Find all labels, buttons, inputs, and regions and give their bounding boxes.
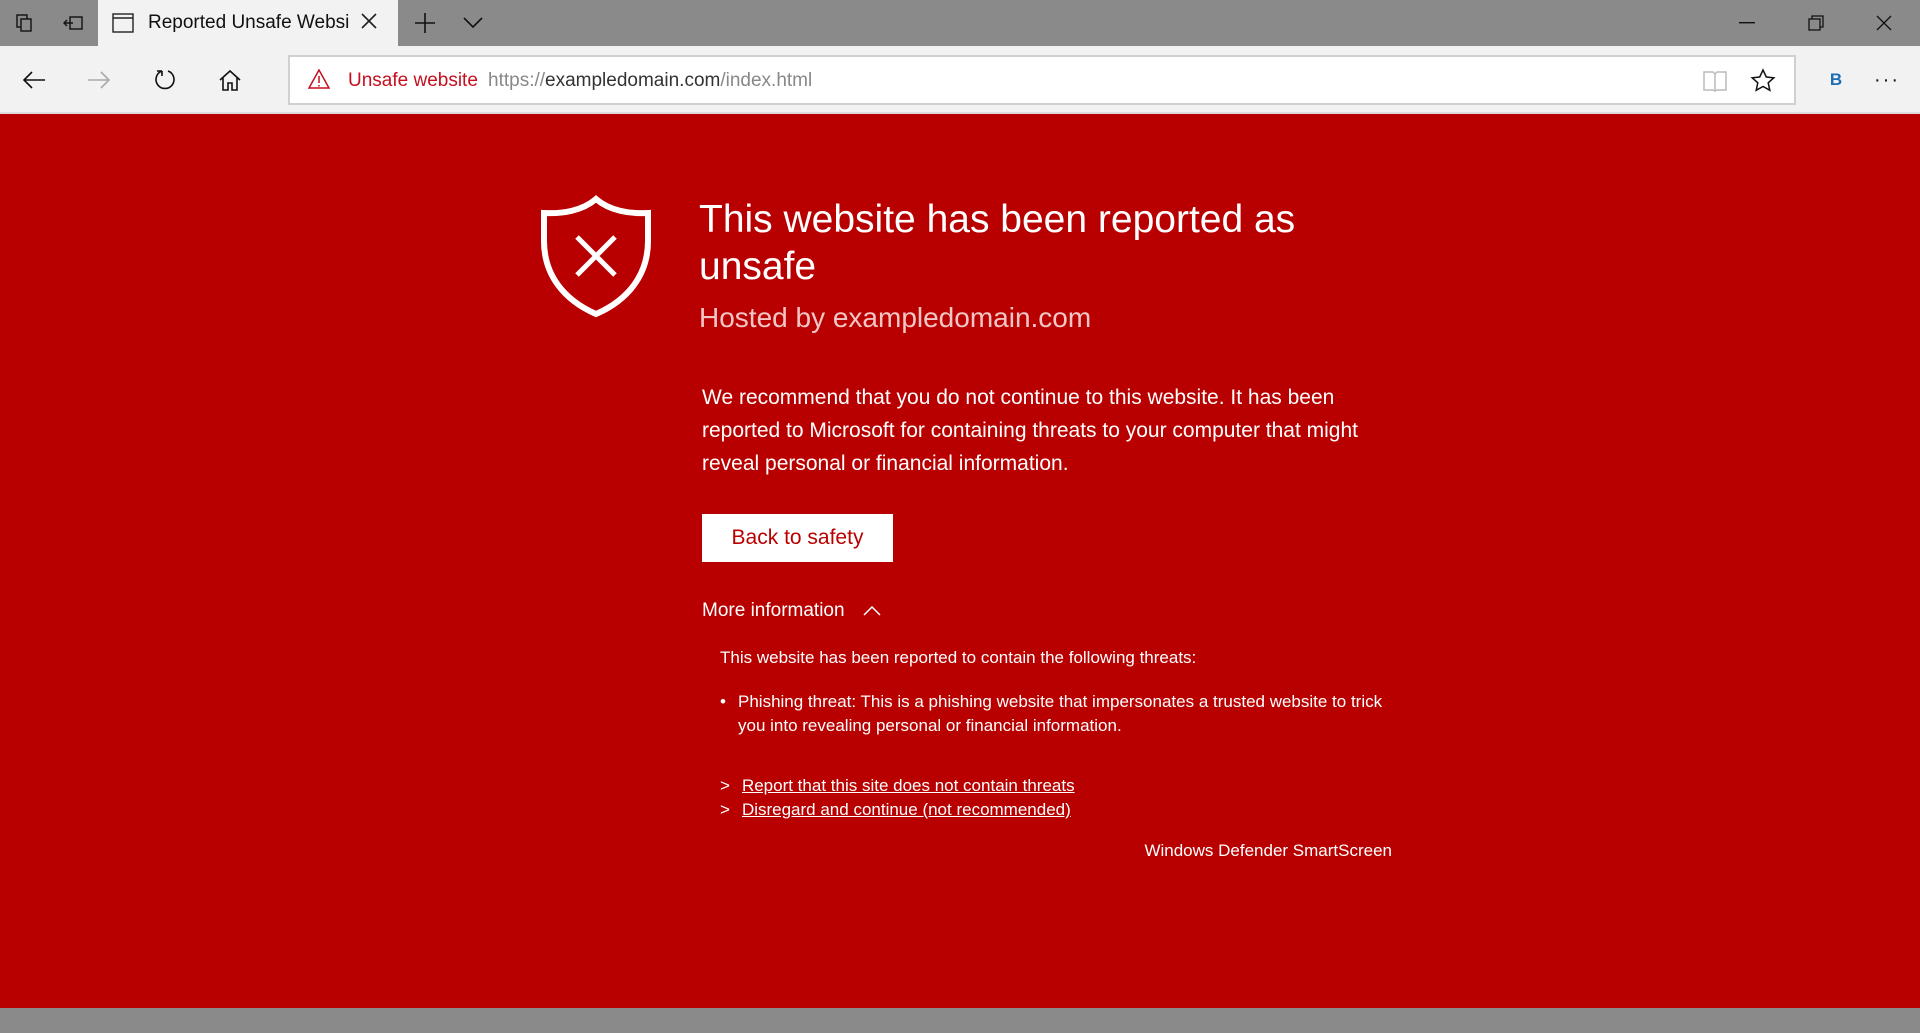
set-tabs-aside-icon[interactable] — [60, 9, 88, 37]
report-link-row: > Report that this site does not contain … — [720, 776, 1075, 796]
more-information-toggle[interactable]: More information — [702, 600, 881, 622]
nav-bar: Unsafe website https://exampledomain.com… — [0, 46, 1920, 114]
tab-bar: Reported Unsafe Websi — [0, 0, 1920, 47]
back-to-safety-button[interactable]: Back to safety — [702, 514, 893, 562]
reading-view-icon[interactable] — [1702, 69, 1728, 98]
report-no-threats-link[interactable]: Report that this site does not contain t… — [742, 776, 1075, 795]
close-tab-icon[interactable] — [360, 12, 378, 35]
address-bar[interactable]: Unsafe website https://exampledomain.com… — [288, 55, 1796, 105]
bottom-bar — [0, 1008, 1920, 1033]
forward-icon[interactable] — [83, 64, 115, 96]
smartscreen-footer: Windows Defender SmartScreen — [1144, 841, 1392, 860]
hosted-by: Hosted by exampledomain.com — [699, 302, 1092, 333]
refresh-icon[interactable] — [149, 64, 181, 96]
minimize-icon[interactable] — [1727, 8, 1767, 38]
bullet: • — [720, 692, 726, 711]
close-window-icon[interactable] — [1864, 8, 1904, 38]
home-icon[interactable] — [214, 64, 246, 96]
extension-icon[interactable]: B — [1820, 64, 1852, 96]
arrow: > — [720, 776, 730, 795]
restore-icon[interactable] — [1796, 8, 1836, 38]
unsafe-website-label[interactable]: Unsafe website — [348, 70, 478, 92]
shield-x-icon — [538, 194, 654, 323]
chevron-up-icon — [863, 600, 881, 622]
threats-intro: This website has been reported to contai… — [720, 648, 1197, 667]
threat-text: Phishing threat: This is a phishing webs… — [738, 692, 1383, 735]
more-information-label: More information — [702, 600, 845, 621]
tab-active[interactable]: Reported Unsafe Websi — [98, 0, 398, 47]
tab-title: Reported Unsafe Websi — [148, 12, 350, 33]
disregard-link-row: > Disregard and continue (not recommended… — [720, 800, 1071, 820]
arrow: > — [720, 800, 730, 819]
back-icon[interactable] — [18, 64, 50, 96]
url-text[interactable]: https://exampledomain.com/index.html — [488, 70, 812, 92]
page-title: This website has been reported as unsafe — [699, 198, 1296, 288]
recommendation-text: We recommend that you do not continue to… — [702, 386, 1358, 475]
new-tab-icon[interactable] — [411, 9, 439, 37]
page-icon — [112, 13, 134, 38]
warning-icon — [307, 68, 331, 94]
tab-preview-icon[interactable] — [11, 9, 39, 37]
disregard-continue-link[interactable]: Disregard and continue (not recommended) — [742, 800, 1071, 819]
favorite-star-icon[interactable] — [1750, 68, 1776, 99]
threat-item: • Phishing threat: This is a phishing we… — [720, 690, 1400, 738]
more-menu-icon[interactable]: ··· — [1871, 64, 1903, 96]
chevron-down-icon[interactable] — [459, 9, 487, 37]
